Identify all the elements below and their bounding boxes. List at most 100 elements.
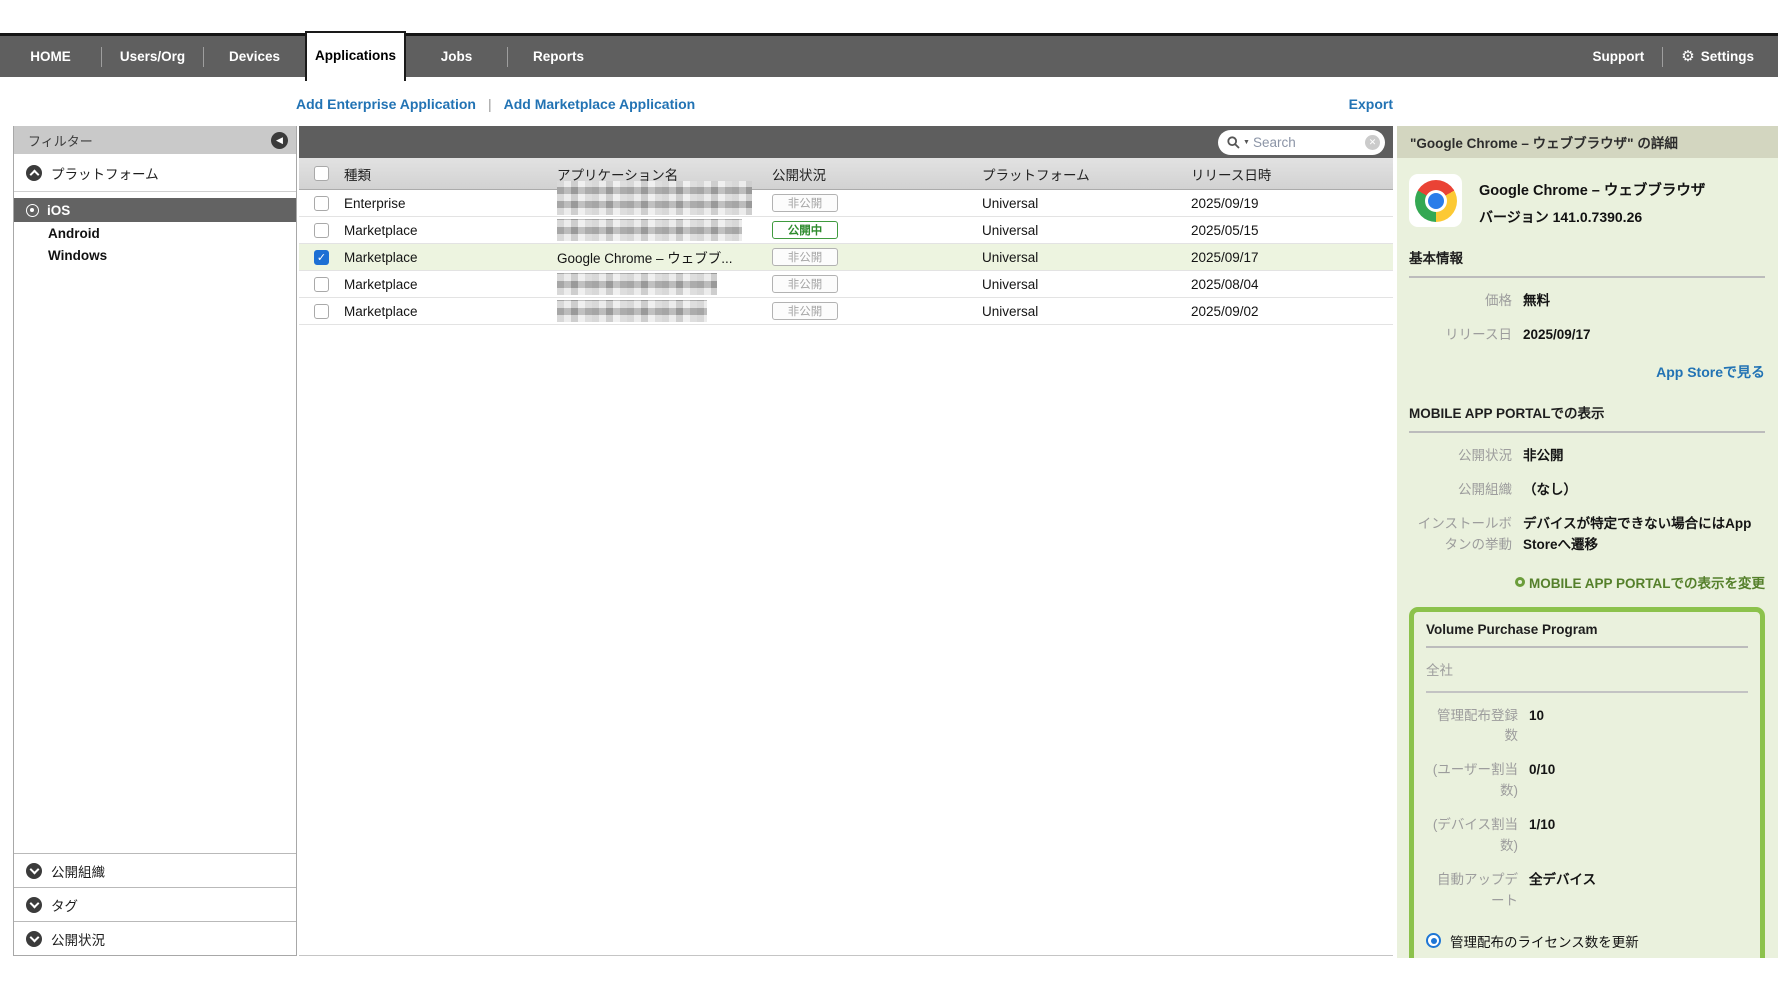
info-value: 10 xyxy=(1529,706,1544,748)
gear-icon: ⚙ xyxy=(1681,49,1694,64)
info-label: (デバイス割当数) xyxy=(1426,815,1529,857)
app-released: 2025/09/02 xyxy=(1191,304,1393,319)
filter-group-tags[interactable]: タグ xyxy=(14,887,296,921)
tab-applications[interactable]: Applications xyxy=(305,31,406,81)
app-released: 2025/09/19 xyxy=(1191,196,1393,211)
row-checkbox-checked[interactable]: ✓ xyxy=(314,250,329,265)
row-checkbox[interactable] xyxy=(314,196,329,211)
info-row-install-button: インストールボタンの挙動 デバイスが特定できない場合にはApp Storeへ遷移 xyxy=(1409,514,1765,556)
filter-group-label: 公開組織 xyxy=(51,861,105,881)
row-checkbox[interactable] xyxy=(314,223,329,238)
info-label: 公開状況 xyxy=(1409,446,1523,467)
row-checkbox[interactable] xyxy=(314,277,329,292)
info-value: 0/10 xyxy=(1529,760,1555,802)
info-label: (ユーザー割当数) xyxy=(1426,760,1529,802)
tab-reports[interactable]: Reports xyxy=(508,36,609,77)
add-marketplace-application-link[interactable]: Add Marketplace Application xyxy=(504,96,696,112)
update-license-label: 管理配布のライセンス数を更新 xyxy=(1450,931,1639,951)
table-header-row: 種類 アプリケーション名 公開状況 プラットフォーム リリース日時 xyxy=(299,158,1393,190)
vpp-row-auto-update: 自動アップデート 全デバイス xyxy=(1426,870,1748,912)
search-input[interactable] xyxy=(1253,135,1362,150)
sidebar-item-android[interactable]: Android xyxy=(14,222,296,244)
chevron-down-icon xyxy=(26,863,42,879)
filter-group-publish-org[interactable]: 公開組織 xyxy=(14,853,296,887)
chevron-down-icon xyxy=(26,931,42,947)
column-header-type: 種類 xyxy=(344,164,557,184)
redacted-app-name xyxy=(557,273,717,295)
info-value: （なし） xyxy=(1523,480,1577,501)
app-type: Marketplace xyxy=(344,277,557,292)
info-value: 全デバイス xyxy=(1529,870,1596,912)
app-store-link[interactable]: App Storeで見る xyxy=(1656,364,1765,380)
tab-jobs[interactable]: Jobs xyxy=(406,36,507,77)
table-row[interactable]: Enterprise 非公開 Universal 2025/09/19 xyxy=(299,190,1393,217)
app-platform: Universal xyxy=(982,250,1191,265)
tab-users-org[interactable]: Users/Org xyxy=(102,36,203,77)
portal-heading: MOBILE APP PORTALでの表示 xyxy=(1409,402,1765,433)
support-link[interactable]: Support xyxy=(1593,49,1645,64)
info-row-price: 価格 無料 xyxy=(1409,291,1765,312)
app-type: Marketplace xyxy=(344,304,557,319)
add-enterprise-application-link[interactable]: Add Enterprise Application xyxy=(296,96,476,112)
app-platform: Universal xyxy=(982,223,1191,238)
status-badge: 公開中 xyxy=(772,221,838,239)
row-checkbox[interactable] xyxy=(314,304,329,319)
app-released: 2025/08/04 xyxy=(1191,277,1393,292)
sidebar-item-ios[interactable]: iOS xyxy=(14,198,296,222)
export-link[interactable]: Export xyxy=(1290,96,1393,112)
search-box: ▼ ✕ xyxy=(1218,130,1385,155)
sidebar-item-windows[interactable]: Windows xyxy=(14,244,296,266)
redacted-app-name xyxy=(557,219,742,241)
tab-devices[interactable]: Devices xyxy=(204,36,305,77)
table-row[interactable]: Marketplace 公開中 Universal 2025/05/15 xyxy=(299,217,1393,244)
settings-link[interactable]: ⚙ Settings xyxy=(1681,49,1754,64)
portal-change-label: MOBILE APP PORTALでの表示を変更 xyxy=(1529,572,1765,592)
app-store-link-row: App Storeで見る xyxy=(1409,362,1765,382)
app-root: HOME Users/Org Devices Applications Jobs… xyxy=(0,0,1778,1000)
clear-search-icon[interactable]: ✕ xyxy=(1365,135,1380,150)
tab-home[interactable]: HOME xyxy=(0,36,101,77)
filter-group-publish-status[interactable]: 公開状況 xyxy=(14,921,296,955)
status-badge: 非公開 xyxy=(772,275,838,293)
filter-group-platform[interactable]: プラットフォーム xyxy=(14,154,296,192)
info-value: 1/10 xyxy=(1529,815,1555,857)
portal-change-link[interactable]: MOBILE APP PORTALでの表示を変更 xyxy=(1515,572,1765,592)
top-nav: HOME Users/Org Devices Applications Jobs… xyxy=(0,33,1778,77)
table-row[interactable]: Marketplace 非公開 Universal 2025/08/04 xyxy=(299,271,1393,298)
info-label: インストールボタンの挙動 xyxy=(1409,514,1523,556)
table-row[interactable]: Marketplace 非公開 Universal 2025/09/02 xyxy=(299,298,1393,325)
app-platform: Universal xyxy=(982,277,1191,292)
app-detail-panel: "Google Chrome – ウェブブラウザ" の詳細 Google Chr… xyxy=(1397,126,1778,958)
app-summary: Google Chrome – ウェブブラウザ バージョン 141.0.7390… xyxy=(1409,174,1765,227)
update-license-radio[interactable] xyxy=(1426,933,1441,948)
column-header-platform: プラットフォーム xyxy=(982,164,1191,184)
actions-divider: | xyxy=(488,96,492,112)
detail-app-title: Google Chrome – ウェブブラウザ xyxy=(1479,179,1705,200)
sidebar-spacer xyxy=(14,266,296,853)
vpp-row-device-assigned: (デバイス割当数) 1/10 xyxy=(1426,815,1748,857)
search-scope-caret-icon[interactable]: ▼ xyxy=(1243,139,1250,146)
info-value: 非公開 xyxy=(1523,446,1564,467)
chevron-down-icon xyxy=(26,897,42,913)
column-header-released: リリース日時 xyxy=(1191,164,1393,184)
vpp-scope: 全社 xyxy=(1426,648,1748,693)
table-row-selected[interactable]: ✓ Marketplace Google Chrome – ウェブブ... 非公… xyxy=(299,244,1393,271)
portal-change-link-row: MOBILE APP PORTALでの表示を変更 xyxy=(1409,572,1765,592)
detail-app-version: バージョン 141.0.7390.26 xyxy=(1479,207,1705,227)
filter-group-label: 公開状況 xyxy=(51,929,105,949)
info-label: 価格 xyxy=(1409,291,1523,312)
redacted-app-name xyxy=(557,181,752,215)
app-platform: Universal xyxy=(982,196,1191,211)
nav-right: Support ⚙ Settings xyxy=(1593,36,1778,77)
collapse-sidebar-button[interactable]: ◀ xyxy=(271,132,288,149)
info-row-publish-status: 公開状況 非公開 xyxy=(1409,446,1765,467)
info-label: 管理配布登録数 xyxy=(1426,706,1529,748)
select-all-checkbox[interactable] xyxy=(314,166,329,181)
app-released: 2025/05/15 xyxy=(1191,223,1393,238)
vpp-row-user-assigned: (ユーザー割当数) 0/10 xyxy=(1426,760,1748,802)
applications-table: ▼ ✕ 種類 アプリケーション名 公開状況 プラットフォーム リリース日時 En… xyxy=(299,126,1393,956)
info-row-publish-org: 公開組織 （なし） xyxy=(1409,480,1765,501)
platform-label: iOS xyxy=(47,203,70,218)
app-name: Google Chrome – ウェブブ... xyxy=(557,247,772,267)
vpp-section: Volume Purchase Program 全社 管理配布登録数 10 (ユ… xyxy=(1409,607,1765,958)
